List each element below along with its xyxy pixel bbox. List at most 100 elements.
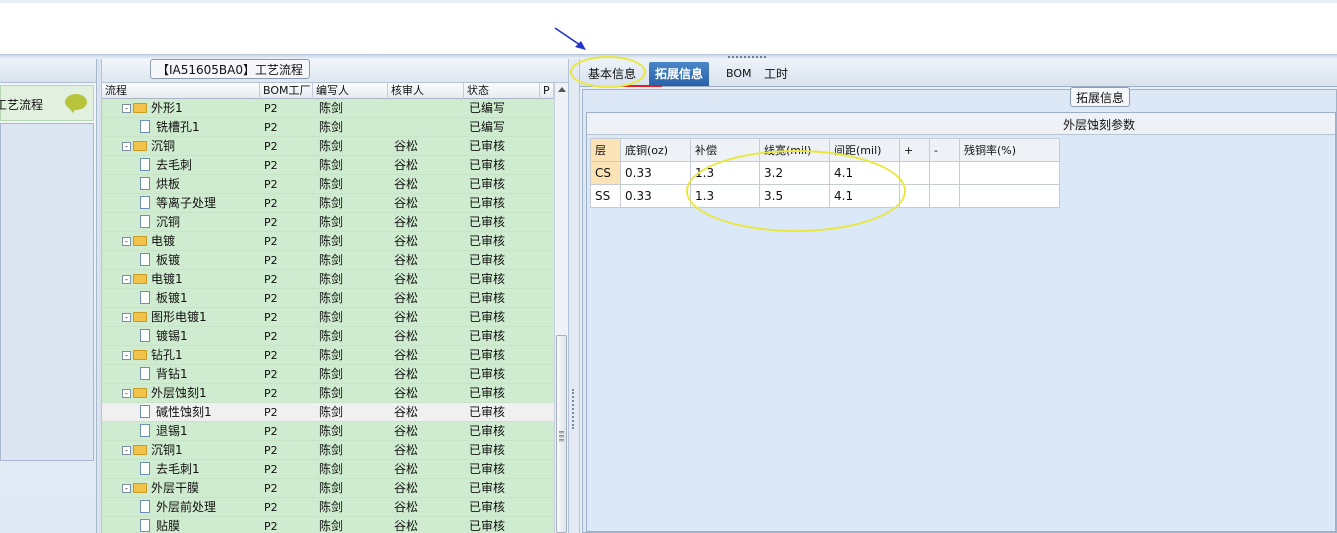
col-header-writer[interactable]: 编写人 — [313, 83, 388, 99]
state-cell: 已审核 — [469, 348, 506, 362]
process-flow-item[interactable]: 工艺流程 — [0, 85, 94, 121]
expand-toggle-icon[interactable]: - — [122, 275, 131, 284]
tree-node-name: 铣槽孔1 — [102, 118, 258, 137]
param-cell[interactable]: 1.3 — [690, 184, 760, 208]
bom-cell: P2 — [264, 273, 278, 286]
param-cell[interactable]: 3.5 — [759, 184, 830, 208]
table-row[interactable]: - 外层干膜 P2 陈剑 谷松 已审核 — [102, 479, 554, 498]
param-cell[interactable] — [929, 184, 960, 208]
comment-bubble-icon — [65, 94, 87, 113]
process-flow-label: 工艺流程 — [0, 98, 44, 112]
param-cell[interactable]: 0.33 — [620, 161, 691, 185]
tab-extended-info[interactable]: 拓展信息 — [649, 62, 710, 86]
table-row[interactable]: 镀锡1 P2 陈剑 谷松 已审核 — [102, 327, 554, 346]
writer-cell: 陈剑 — [319, 158, 344, 172]
reviewer-cell: 谷松 — [394, 424, 419, 438]
bom-cell: P2 — [264, 520, 278, 533]
expand-toggle-icon[interactable]: - — [122, 313, 131, 322]
tab-bom[interactable]: BOM — [720, 62, 758, 86]
document-icon — [140, 462, 150, 475]
table-row[interactable]: - 钻孔1 P2 陈剑 谷松 已审核 — [102, 346, 554, 365]
reviewer-cell: 谷松 — [394, 310, 419, 324]
table-row[interactable]: - 电镀 P2 陈剑 谷松 已审核 — [102, 232, 554, 251]
writer-cell: 陈剑 — [319, 405, 344, 419]
table-row[interactable]: - 电镀1 P2 陈剑 谷松 已审核 — [102, 270, 554, 289]
tree-node-name: 镀锡1 — [102, 327, 258, 346]
table-row[interactable]: - 沉铜1 P2 陈剑 谷松 已审核 — [102, 441, 554, 460]
param-cell[interactable] — [899, 184, 930, 208]
expand-toggle-icon[interactable]: - — [122, 446, 131, 455]
expand-toggle-icon[interactable]: - — [122, 104, 131, 113]
expand-toggle-icon[interactable]: - — [122, 484, 131, 493]
table-row[interactable]: 碱性蚀刻1 P2 陈剑 谷松 已审核 — [102, 403, 554, 422]
table-row[interactable]: 烘板 P2 陈剑 谷松 已审核 — [102, 175, 554, 194]
col-header-state[interactable]: 状态 — [464, 83, 540, 99]
table-row[interactable]: - 外层蚀刻1 P2 陈剑 谷松 已审核 — [102, 384, 554, 403]
table-row[interactable]: 去毛刺1 P2 陈剑 谷松 已审核 — [102, 460, 554, 479]
writer-cell: 陈剑 — [319, 120, 344, 134]
table-row[interactable]: 沉铜 P2 陈剑 谷松 已审核 — [102, 213, 554, 232]
table-row[interactable]: - 图形电镀1 P2 陈剑 谷松 已审核 — [102, 308, 554, 327]
table-row[interactable]: 背钻1 P2 陈剑 谷松 已审核 — [102, 365, 554, 384]
bom-cell: P2 — [264, 254, 278, 267]
table-row[interactable]: 外层前处理 P2 陈剑 谷松 已审核 — [102, 498, 554, 517]
col-header-flow[interactable]: 流程 — [102, 83, 260, 99]
vertical-scrollbar[interactable]: ═ ═ ═ — [554, 83, 568, 533]
tree-node-label: 等离子处理 — [156, 196, 217, 210]
tree-node-name: 沉铜 — [102, 213, 258, 232]
folder-icon — [133, 349, 147, 360]
document-icon — [140, 196, 150, 209]
table-row[interactable]: 铣槽孔1 P2 陈剑 已编写 — [102, 118, 554, 137]
writer-cell: 陈剑 — [319, 386, 344, 400]
scroll-thumb[interactable]: ═ ═ ═ — [556, 335, 567, 533]
col-header-bom[interactable]: BOM工厂 — [260, 83, 313, 99]
param-cell[interactable] — [929, 161, 960, 185]
param-cell[interactable] — [959, 161, 1060, 185]
expand-toggle-icon[interactable]: - — [122, 389, 131, 398]
tree-node-label: 背钻1 — [156, 367, 188, 381]
table-row[interactable]: 等离子处理 P2 陈剑 谷松 已审核 — [102, 194, 554, 213]
top-toolbar-area — [0, 0, 1337, 55]
param-cell[interactable]: 3.2 — [759, 161, 830, 185]
param-row-cs: CS 0.33 1.3 3.2 4.1 — [590, 161, 1060, 185]
table-row[interactable]: 贴膜 P2 陈剑 谷松 已审核 — [102, 517, 554, 533]
table-row[interactable]: - 沉铜 P2 陈剑 谷松 已审核 — [102, 137, 554, 156]
tree-node-label: 图形电镀1 — [151, 310, 207, 324]
writer-cell: 陈剑 — [319, 101, 344, 115]
reviewer-cell — [394, 99, 464, 118]
param-cell[interactable]: 4.1 — [829, 184, 900, 208]
tree-node-label: 烘板 — [156, 177, 181, 191]
state-cell: 已审核 — [469, 215, 506, 229]
tab-basic-info[interactable]: 基本信息 — [582, 62, 642, 86]
col-header-p[interactable]: P — [540, 83, 554, 99]
tree-node-label: 外形1 — [151, 101, 183, 115]
detail-panel: 基本信息 拓展信息 BOM 工时 拓展信息 外层蚀刻参数 层 底铜(oz) 补偿… — [580, 56, 1337, 533]
scroll-up-arrow-icon[interactable] — [558, 87, 566, 92]
param-cell[interactable]: 0.33 — [620, 184, 691, 208]
writer-cell: 陈剑 — [319, 310, 344, 324]
table-row[interactable]: 板镀 P2 陈剑 谷松 已审核 — [102, 251, 554, 270]
tab-work-hours[interactable]: 工时 — [758, 62, 794, 86]
expand-toggle-icon[interactable]: - — [122, 351, 131, 360]
col-header-reviewer[interactable]: 核审人 — [388, 83, 464, 99]
state-cell: 已审核 — [469, 310, 506, 324]
tree-node-label: 铣槽孔1 — [156, 120, 200, 134]
param-cell[interactable] — [899, 161, 930, 185]
extended-info-content: 拓展信息 外层蚀刻参数 层 底铜(oz) 补偿 线宽(mil) 间距(mil) … — [582, 87, 1337, 533]
splitter-right[interactable] — [568, 59, 580, 533]
tab-red-underline — [620, 85, 662, 87]
expand-toggle-icon[interactable]: - — [122, 142, 131, 151]
table-row[interactable]: 退锡1 P2 陈剑 谷松 已审核 — [102, 422, 554, 441]
expand-toggle-icon[interactable]: - — [122, 237, 131, 246]
table-row[interactable]: 板镀1 P2 陈剑 谷松 已审核 — [102, 289, 554, 308]
reviewer-cell: 谷松 — [394, 291, 419, 305]
detail-tabs: 基本信息 拓展信息 BOM 工时 — [580, 56, 1337, 87]
table-row[interactable]: 去毛刺 P2 陈剑 谷松 已审核 — [102, 156, 554, 175]
left-panel-header — [0, 59, 96, 83]
param-cell[interactable]: 4.1 — [829, 161, 900, 185]
param-cell[interactable]: 1.3 — [690, 161, 760, 185]
state-cell: 已审核 — [469, 462, 506, 476]
param-cell[interactable] — [959, 184, 1060, 208]
table-row[interactable]: - 外形1 P2 陈剑 已编写 — [102, 99, 554, 118]
folder-icon — [133, 235, 147, 246]
